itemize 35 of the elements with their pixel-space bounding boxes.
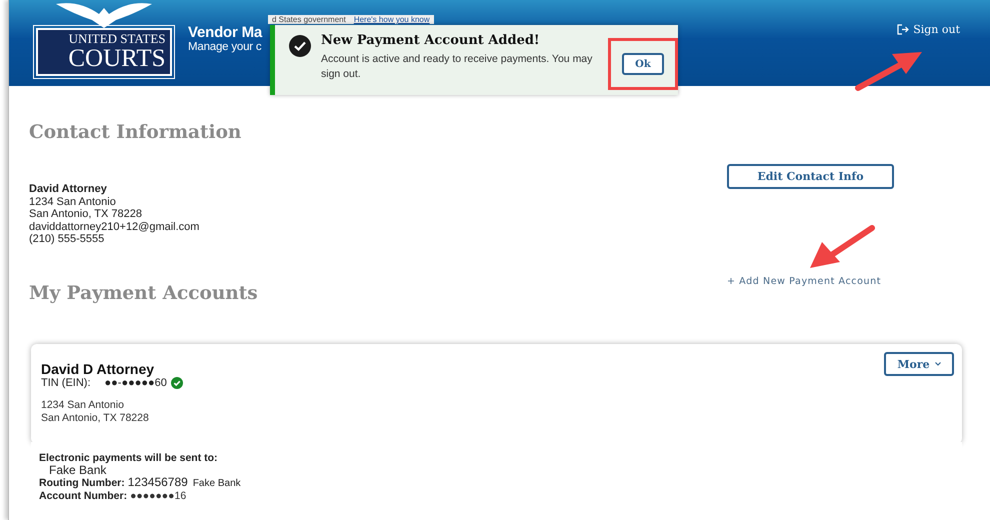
app-subtitle: Manage your c [188,40,262,52]
account-label: Account Number: [39,490,128,502]
routing-number: 123456789 [128,476,188,488]
routing-bank-name: Fake Bank [192,478,241,490]
logo-text: COURTS [68,46,166,72]
check-circle-icon [289,35,311,57]
edit-contact-button[interactable]: Edit Contact Info [727,164,894,189]
account-address-line: 1234 San Antonio [41,399,125,412]
account-address-line: San Antonio, TX 78228 [41,412,150,424]
tin-label: TIN (EIN): [41,377,90,389]
logo-text: UNITED STATES [68,32,166,46]
gov-banner-text: d States government [272,15,346,24]
section-heading: Contact Information [29,122,242,143]
tin-value: ●●-●●●●●60 [104,377,167,389]
add-account-link[interactable]: + Add New Payment Account [727,276,882,287]
contact-name: David Attorney [29,183,108,196]
toast-message: Account is active and ready to receive payments. You may sign out. [321,52,594,82]
gov-banner-link[interactable]: Here's how you know [354,15,430,24]
caret-icon [934,362,941,366]
account-number: ●●●●●●●16 [130,490,186,502]
ok-button[interactable]: Ok [622,53,664,75]
payments-label: Electronic payments will be sent to: [39,452,219,464]
bank-name: Fake Bank [49,464,106,476]
sign-out-icon [897,24,910,34]
account-name: David D Attorney [41,361,156,377]
more-button[interactable]: More [884,352,954,376]
contact-line: daviddattorney210+12@gmail.com [29,220,200,233]
contact-line: 1234 San Antonio [29,196,117,208]
toast-title: New Payment Account Added! [321,33,541,48]
contact-line: San Antonio, TX 78228 [29,208,143,220]
sign-out-link[interactable]: Sign out [897,22,960,36]
app-title: Vendor Ma [188,24,262,40]
routing-label: Routing Number: [39,477,125,489]
contact-line: (210) 555-5555 [29,233,106,246]
section-heading: My Payment Accounts [29,283,259,304]
